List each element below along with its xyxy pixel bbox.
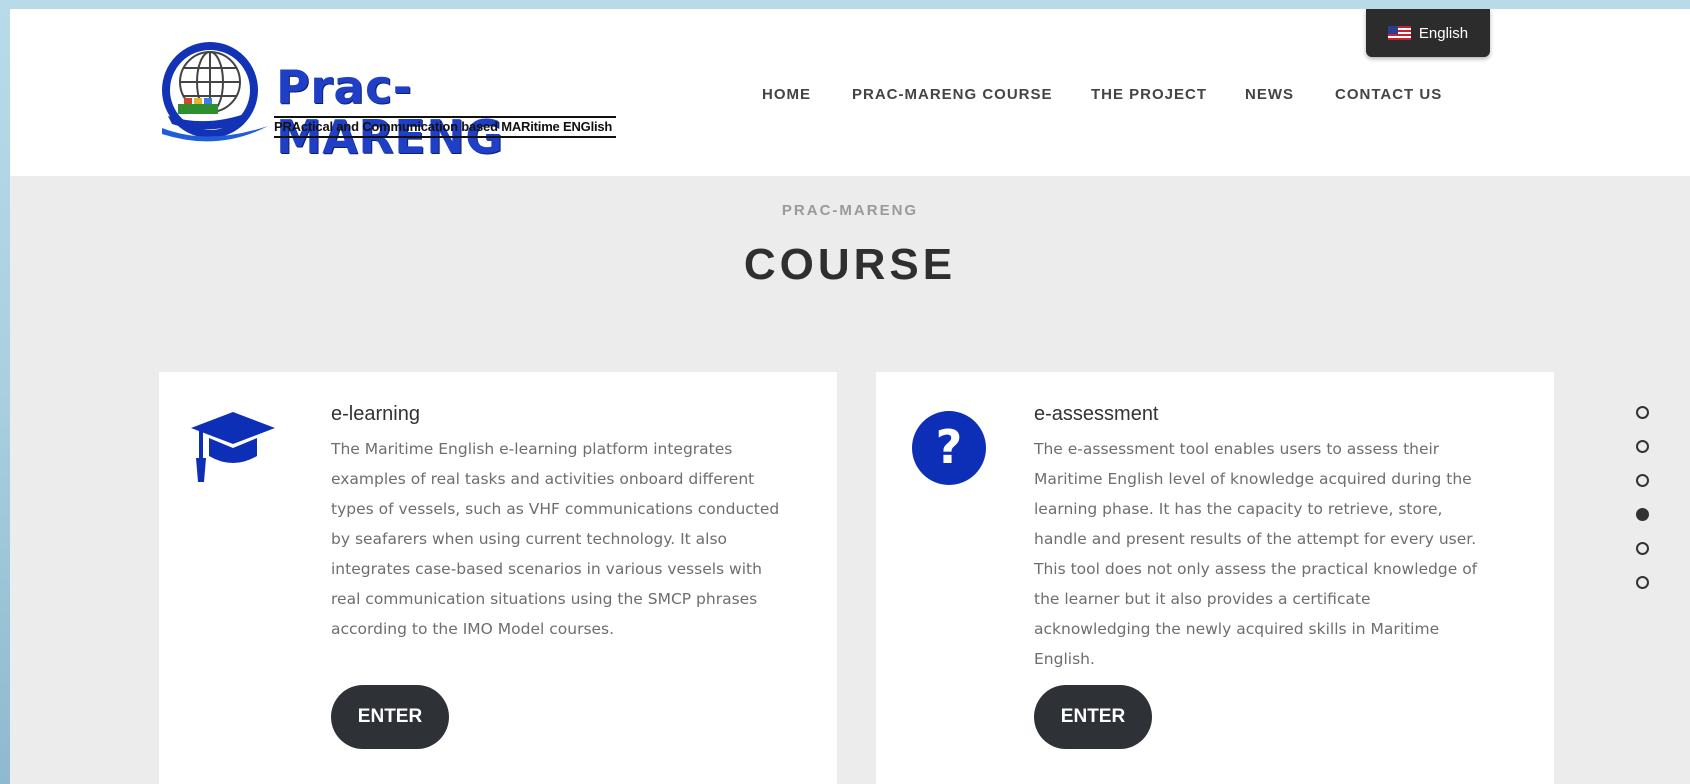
e-assessment-card: ? e-assessment The e-assessment tool ena… — [876, 372, 1554, 784]
nav-news[interactable]: NEWS — [1245, 86, 1294, 103]
graduation-cap-icon — [191, 412, 275, 482]
card-title: e-learning — [331, 403, 420, 425]
section-title: COURSE — [743, 240, 957, 289]
pager-dot[interactable] — [1636, 542, 1649, 555]
enter-button-e-learning[interactable]: ENTER — [331, 685, 449, 749]
card-title: e-assessment — [1034, 403, 1159, 425]
nav-home[interactable]: HOME — [762, 86, 811, 103]
us-flag-icon — [1387, 26, 1411, 40]
logo-tagline: PRActical and Communication based MARiti… — [274, 116, 616, 138]
pager-dot[interactable] — [1636, 474, 1649, 487]
page: Prac-MARENG PRActical and Communication … — [10, 9, 1690, 784]
card-description: The e-assessment tool enables users to a… — [1034, 440, 1478, 668]
language-switcher[interactable]: English — [1366, 9, 1490, 57]
pager-dot-active[interactable] — [1636, 508, 1649, 521]
site-header: Prac-MARENG PRActical and Communication … — [10, 9, 1690, 176]
card-description: The Maritime English e-learning platform… — [331, 440, 780, 638]
language-label: English — [1418, 24, 1469, 42]
logo-wordmark: Prac-MARENG — [276, 60, 504, 164]
question-circle-icon: ? — [912, 411, 986, 485]
section-label: PRAC-MARENG — [781, 202, 919, 219]
e-learning-card: e-learning The Maritime English e-learni… — [159, 372, 837, 784]
svg-text:?: ? — [936, 420, 963, 474]
enter-button-e-assessment[interactable]: ENTER — [1034, 685, 1152, 749]
pager-dot[interactable] — [1636, 576, 1649, 589]
nav-course[interactable]: PRAC-MARENG COURSE — [852, 86, 1053, 103]
main-nav: HOME PRAC-MARENG COURSE THE PROJECT NEWS… — [10, 86, 1690, 110]
pager-dot[interactable] — [1636, 440, 1649, 453]
pager-dot[interactable] — [1636, 406, 1649, 419]
nav-contact[interactable]: CONTACT US — [1335, 86, 1442, 103]
nav-project[interactable]: THE PROJECT — [1091, 86, 1207, 103]
